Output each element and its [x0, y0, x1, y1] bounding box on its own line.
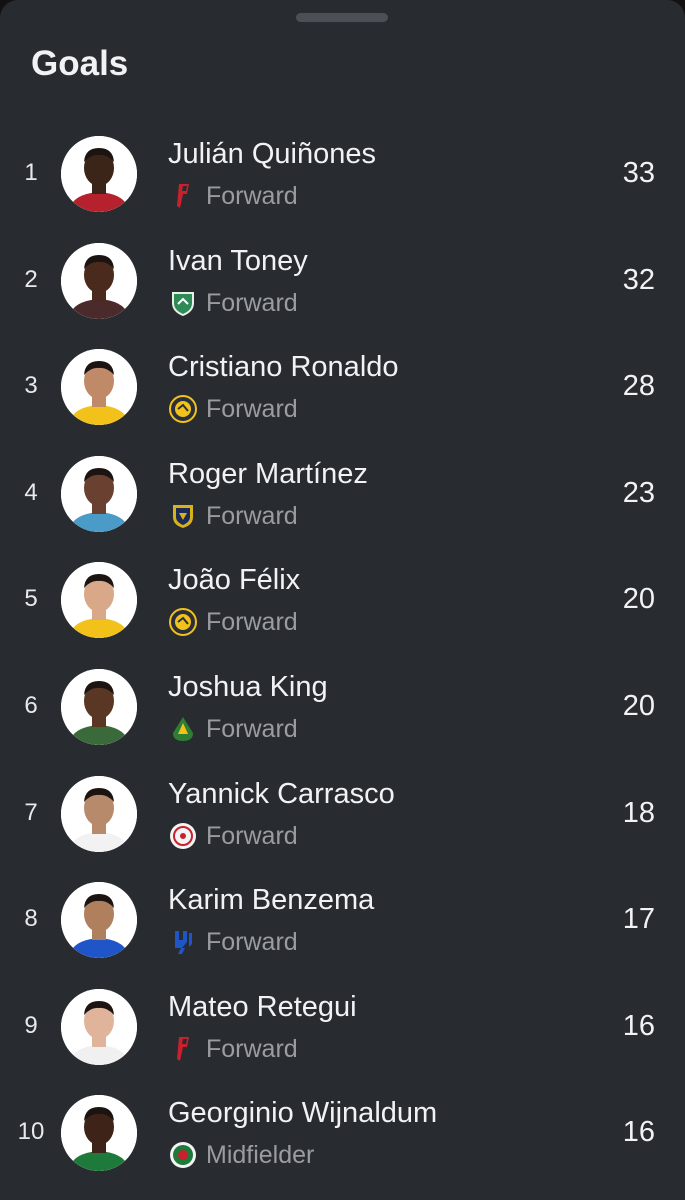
- white-round-crest-icon: [169, 822, 197, 850]
- player-rank: 1: [24, 159, 38, 186]
- player-name: Mateo Retegui: [168, 990, 357, 1023]
- goals-count: 20: [622, 689, 655, 722]
- player-avatar: [61, 668, 137, 745]
- player-position: Forward: [206, 288, 298, 317]
- player-name: Yannick Carrasco: [168, 777, 395, 810]
- player-rank: 6: [24, 691, 38, 719]
- player-rank: 7: [24, 798, 38, 826]
- goals-count: 18: [622, 796, 655, 829]
- player-name: Cristiano Ronaldo: [168, 351, 399, 384]
- player-position: Forward: [206, 1034, 298, 1063]
- player-avatar: [61, 562, 137, 639]
- player-row[interactable]: 6 Joshua King Forward 20: [0, 654, 685, 761]
- player-name: Karim Benzema: [168, 884, 375, 917]
- yellow-round-crest-icon: [169, 608, 197, 637]
- bottom-sheet: Goals 1 Julián Quiñones Forward 33 2 Iva…: [0, 0, 685, 1200]
- yellow-round-crest-icon: [169, 395, 197, 424]
- player-name: Roger Martínez: [168, 457, 368, 490]
- player-avatar: [61, 136, 137, 212]
- player-position: Forward: [206, 821, 298, 850]
- player-row[interactable]: 8 Karim Benzema Forward 17: [0, 867, 685, 974]
- red-club-crest-icon: [169, 1035, 197, 1063]
- green-white-round-crest-icon: [169, 1141, 197, 1169]
- goals-count: 23: [622, 476, 655, 509]
- player-avatar: [61, 242, 137, 319]
- player-name: Joshua King: [168, 670, 328, 703]
- player-list: 1 Julián Quiñones Forward 33 2 Ivan Tone…: [0, 121, 685, 1187]
- player-avatar: [61, 455, 137, 532]
- player-position: Forward: [206, 395, 298, 424]
- player-rank: 3: [24, 372, 38, 400]
- player-rank: 8: [24, 905, 38, 933]
- goals-count: 16: [622, 1009, 655, 1042]
- player-row[interactable]: 4 Roger Martínez Forward 23: [0, 441, 685, 548]
- green-shield-crest-icon: [169, 289, 197, 317]
- player-position: Forward: [206, 928, 298, 957]
- player-position: Forward: [206, 501, 298, 530]
- player-rank: 5: [24, 585, 38, 613]
- player-row[interactable]: 5 João Félix Forward 20: [0, 547, 685, 654]
- player-avatar: [61, 988, 137, 1065]
- player-avatar: [61, 775, 137, 852]
- player-name: Julián Quiñones: [168, 138, 376, 170]
- goals-count: 20: [622, 583, 655, 616]
- player-rank: 4: [24, 478, 38, 506]
- player-row[interactable]: 9 Mateo Retegui Forward 16: [0, 974, 685, 1081]
- player-name: Georginio Wijnaldum: [168, 1097, 438, 1130]
- player-rank: 9: [24, 1011, 38, 1039]
- player-row[interactable]: 7 Yannick Carrasco Forward 18: [0, 761, 685, 868]
- player-position: Forward: [206, 182, 298, 210]
- player-position: Forward: [206, 608, 298, 637]
- player-name: Ivan Toney: [168, 244, 308, 277]
- player-position: Midfielder: [206, 1141, 315, 1170]
- drag-handle[interactable]: [296, 13, 388, 22]
- yellow-navy-shield-crest-icon: [169, 502, 197, 530]
- player-avatar: [61, 1095, 137, 1172]
- red-club-crest-icon: [169, 182, 197, 210]
- player-row[interactable]: 1 Julián Quiñones Forward 33: [0, 121, 685, 228]
- player-row[interactable]: 3 Cristiano Ronaldo Forward 28: [0, 334, 685, 441]
- player-row[interactable]: 10 Georginio Wijnaldum Midfielder 16: [0, 1080, 685, 1187]
- goals-count: 28: [622, 370, 655, 403]
- player-row[interactable]: 2 Ivan Toney Forward 32: [0, 228, 685, 335]
- goals-count: 16: [622, 1116, 655, 1149]
- player-avatar: [61, 349, 137, 426]
- player-avatar: [61, 882, 137, 959]
- blue-club-crest-icon: [169, 928, 197, 956]
- goals-count: 17: [622, 903, 655, 936]
- player-rank: 2: [24, 265, 38, 293]
- goals-count: 33: [622, 157, 655, 189]
- goals-count: 32: [622, 263, 655, 296]
- player-rank: 10: [17, 1118, 45, 1146]
- sheet-title: Goals: [31, 44, 129, 83]
- green-yellow-crest-icon: [169, 715, 197, 743]
- player-name: João Félix: [168, 564, 301, 597]
- player-position: Forward: [206, 714, 298, 743]
